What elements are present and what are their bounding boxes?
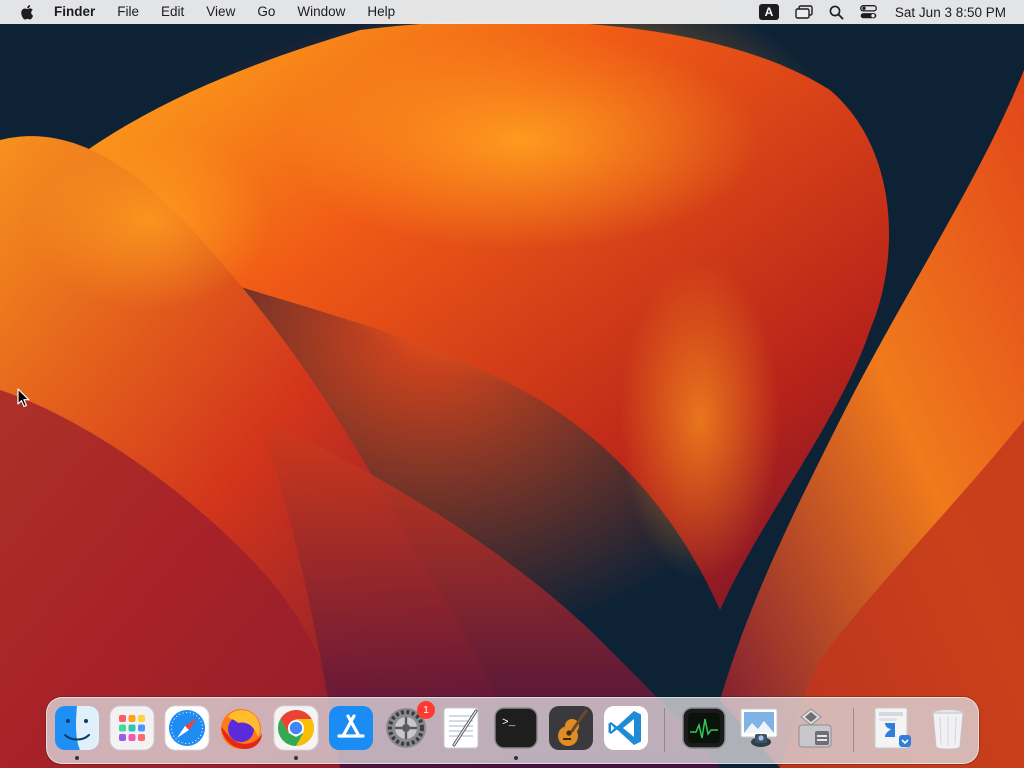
spotlight-search-icon[interactable] [829, 0, 844, 24]
dock-safari[interactable] [164, 705, 210, 751]
vscode-icon [604, 706, 648, 750]
menu-window[interactable]: Window [286, 0, 356, 24]
dock-textedit[interactable] [438, 705, 484, 751]
mouse-pointer-icon [17, 388, 31, 413]
dock-separator [664, 708, 665, 752]
menu-view[interactable]: View [195, 0, 246, 24]
settings-notification-badge: 1 [417, 701, 435, 719]
wallpaper-petals [0, 20, 1024, 768]
chrome-icon [273, 705, 319, 751]
menu-clock[interactable]: Sat Jun 3 8:50 PM [895, 5, 1006, 20]
firefox-icon [221, 709, 262, 749]
terminal-running-indicator [514, 756, 518, 760]
activity-monitor-icon [682, 707, 726, 749]
trash-icon [932, 709, 964, 750]
launchpad-icon [109, 705, 155, 751]
dock-firefox[interactable] [218, 705, 264, 751]
chrome-running-indicator [294, 756, 298, 760]
dock-system-settings[interactable]: 1 [383, 701, 435, 751]
preview-icon [740, 708, 778, 747]
desktop-wallpaper [0, 0, 1024, 768]
dock-trash[interactable] [925, 705, 971, 751]
dock-downloads-stack[interactable] [869, 705, 915, 751]
dock-app-store[interactable] [328, 705, 374, 751]
dock-terminal[interactable]: >_ [493, 705, 539, 751]
finder-icon [55, 706, 99, 750]
dock-chrome[interactable] [273, 705, 319, 751]
menu-edit[interactable]: Edit [150, 0, 195, 24]
dock-separator-2 [853, 708, 854, 752]
screen-mirroring-icon[interactable] [795, 0, 813, 24]
dock-preview[interactable] [736, 705, 782, 751]
menu-bar: Finder File Edit View Go Window Help A S… [0, 0, 1024, 24]
menu-file[interactable]: File [106, 0, 150, 24]
finder-running-indicator [75, 756, 79, 760]
downloads-stack-icon [874, 707, 911, 749]
dock-finder[interactable] [54, 705, 100, 751]
dock-bootcamp[interactable] [791, 705, 837, 751]
dock-activity-monitor[interactable] [681, 705, 727, 751]
menu-app-name[interactable]: Finder [52, 0, 106, 24]
menu-help[interactable]: Help [356, 0, 406, 24]
menu-go[interactable]: Go [246, 0, 286, 24]
input-source-menu[interactable]: A [758, 0, 779, 24]
dock: 1 >_ [46, 697, 979, 764]
input-source-label: A [758, 4, 779, 20]
dock-garageband[interactable] [548, 705, 594, 751]
control-center-icon[interactable] [859, 0, 877, 24]
safari-icon [164, 705, 210, 751]
dock-launchpad[interactable] [109, 705, 155, 751]
app-store-icon [329, 706, 373, 750]
garageband-icon [549, 706, 593, 750]
apple-menu-icon[interactable] [18, 2, 38, 22]
terminal-prompt-text: >_ [502, 717, 516, 729]
terminal-icon: >_ [494, 707, 538, 749]
dock-vscode[interactable] [603, 705, 649, 751]
textedit-icon [443, 707, 479, 749]
bootcamp-icon [798, 708, 832, 748]
